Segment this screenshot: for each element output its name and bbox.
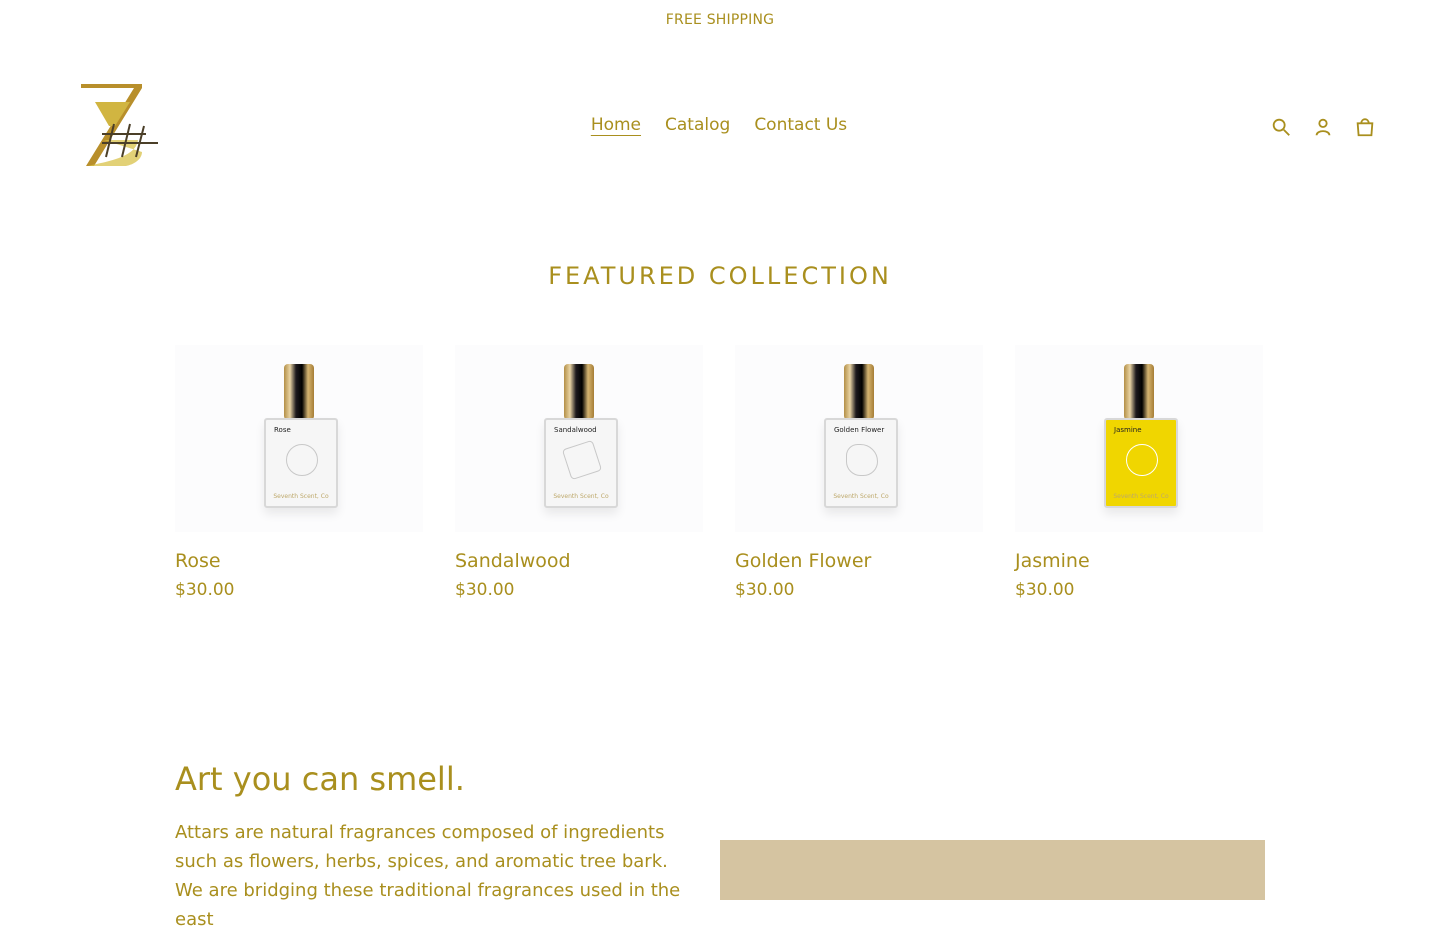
product-title[interactable]: Jasmine [1015, 550, 1263, 572]
perfume-bottle-image: Rose Seventh Scent, Co [264, 363, 338, 514]
story-heading: Art you can smell. [175, 760, 465, 798]
product-title[interactable]: Golden Flower [735, 550, 983, 572]
product-card-golden-flower[interactable]: Golden Flower Seventh Scent, Co Golden F… [735, 345, 983, 600]
perfume-bottle-image: Sandalwood Seventh Scent, Co [544, 363, 618, 514]
product-price: $30.00 [735, 580, 795, 600]
nav-catalog-link[interactable]: Catalog [665, 115, 730, 135]
product-price: $30.00 [1015, 580, 1075, 600]
product-image[interactable]: Sandalwood Seventh Scent, Co [455, 345, 703, 532]
product-title[interactable]: Rose [175, 550, 423, 572]
cart-icon[interactable] [1354, 115, 1376, 139]
product-image[interactable]: Golden Flower Seventh Scent, Co [735, 345, 983, 532]
perfume-bottle-image: Golden Flower Seventh Scent, Co [824, 363, 898, 514]
featured-collection-heading: FEATURED COLLECTION [548, 262, 892, 290]
product-price: $30.00 [175, 580, 235, 600]
product-price: $30.00 [455, 580, 515, 600]
story-image [720, 840, 1265, 900]
product-card-rose[interactable]: Rose Seventh Scent, Co Rose $30.00 [175, 345, 423, 600]
story-paragraph: Attars are natural fragrances composed o… [175, 822, 681, 930]
account-icon[interactable] [1312, 115, 1334, 139]
product-image[interactable]: Rose Seventh Scent, Co [175, 345, 423, 532]
nav-home-link[interactable]: Home [591, 115, 641, 135]
nav-contact-link[interactable]: Contact Us [754, 115, 847, 135]
search-icon[interactable] [1270, 115, 1292, 139]
announcement-bar: FREE SHIPPING [665, 12, 775, 28]
main-nav: Home Catalog Contact Us [0, 115, 1439, 135]
product-card-jasmine[interactable]: Jasmine Seventh Scent, Co Jasmine $30.00 [1015, 345, 1263, 600]
product-card-sandalwood[interactable]: Sandalwood Seventh Scent, Co Sandalwood … [455, 345, 703, 600]
perfume-bottle-image: Jasmine Seventh Scent, Co [1104, 363, 1178, 514]
product-title[interactable]: Sandalwood [455, 550, 703, 572]
header-actions [1270, 115, 1376, 139]
product-grid: Rose Seventh Scent, Co Rose $30.00 Sanda… [175, 345, 1265, 600]
product-image[interactable]: Jasmine Seventh Scent, Co [1015, 345, 1263, 532]
